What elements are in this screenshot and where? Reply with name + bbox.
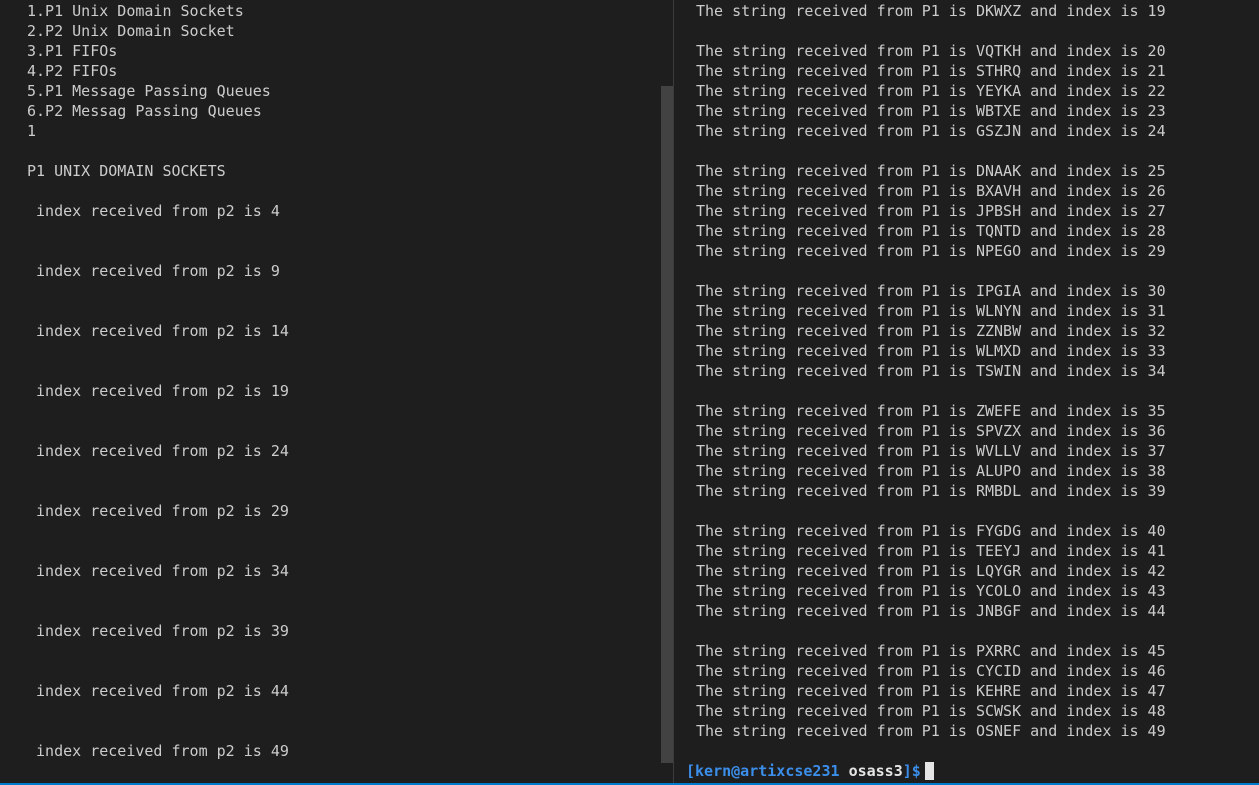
terminal-line: The string received from P1 is WLMXD and… (696, 342, 1166, 360)
terminal-line: The string received from P1 is WVLLV and… (696, 442, 1166, 460)
prompt-directory: osass3 (848, 762, 903, 780)
terminal-line: 3.P1 FIFOs (27, 42, 118, 60)
terminal-line: The string received from P1 is STHRQ and… (696, 62, 1166, 80)
prompt-user-host: kern@artixcse231 (695, 762, 840, 780)
terminal-line: The string received from P1 is ALUPO and… (696, 462, 1166, 480)
right-terminal-pane[interactable]: The string received from P1 is DKWXZ and… (674, 0, 1259, 783)
terminal-line: 5.P1 Message Passing Queues (27, 82, 271, 100)
terminal-line: The string received from P1 is CYCID and… (696, 662, 1166, 680)
terminal-line: The string received from P1 is DKWXZ and… (696, 2, 1166, 20)
prompt-open-bracket: [ (686, 762, 696, 780)
terminal-line: The string received from P1 is DNAAK and… (696, 162, 1166, 180)
terminal-line: P1 UNIX DOMAIN SOCKETS (27, 162, 226, 180)
terminal-line: index received from p2 is 4 (27, 202, 280, 220)
terminal-line: The string received from P1 is JPBSH and… (696, 202, 1166, 220)
terminal-line: The string received from P1 is JNBGF and… (696, 602, 1166, 620)
terminal-line: The string received from P1 is PXRRC and… (696, 642, 1166, 660)
terminal-line: 6.P2 Messag Passing Queues (27, 102, 262, 120)
terminal-line: index received from p2 is 19 (27, 382, 289, 400)
terminal-line: The string received from P1 is YEYKA and… (696, 82, 1166, 100)
terminal-line: The string received from P1 is OSNEF and… (696, 722, 1166, 740)
terminal-line: index received from p2 is 39 (27, 622, 289, 640)
terminal-line: 2.P2 Unix Domain Socket (27, 22, 235, 40)
terminal-line: The string received from P1 is ZWEFE and… (696, 402, 1166, 420)
terminal-line: index received from p2 is 49 (27, 742, 289, 760)
terminal-line: The string received from P1 is ZZNBW and… (696, 322, 1166, 340)
terminal-line: The string received from P1 is VQTKH and… (696, 42, 1166, 60)
prompt-close-bracket: ] (902, 762, 912, 780)
terminal-line: The string received from P1 is YCOLO and… (696, 582, 1166, 600)
terminal-line: The string received from P1 is WLNYN and… (696, 302, 1166, 320)
terminal-line: index received from p2 is 9 (27, 262, 280, 280)
terminal-line: The string received from P1 is TEEYJ and… (696, 542, 1166, 560)
shell-prompt[interactable]: [kern@artixcse231 osass3]$ (686, 761, 934, 781)
terminal-line: index received from p2 is 44 (27, 682, 289, 700)
left-terminal-output: 1.P1 Unix Domain Sockets 2.P2 Unix Domain… (27, 1, 673, 761)
terminal-line: index received from p2 is 29 (27, 502, 289, 520)
left-terminal-scrollbar[interactable] (661, 86, 673, 763)
left-terminal-pane[interactable]: 1.P1 Unix Domain Sockets 2.P2 Unix Domain… (0, 0, 673, 783)
terminal-line: The string received from P1 is LQYGR and… (696, 562, 1166, 580)
terminal-line: 1.P1 Unix Domain Sockets (27, 2, 244, 20)
terminal-line: index received from p2 is 14 (27, 322, 289, 340)
right-terminal-output: The string received from P1 is DKWXZ and… (696, 1, 1259, 741)
prompt-symbol: $ (911, 762, 921, 780)
terminal-line: 1 (27, 122, 37, 140)
terminal-line: The string received from P1 is IPGIA and… (696, 282, 1166, 300)
terminal-line: The string received from P1 is SPVZX and… (696, 422, 1166, 440)
terminal-line: index received from p2 is 34 (27, 562, 289, 580)
terminal-line: The string received from P1 is RMBDL and… (696, 482, 1166, 500)
terminal-line: The string received from P1 is NPEGO and… (696, 242, 1166, 260)
terminal-line: index received from p2 is 24 (27, 442, 289, 460)
terminal-line: The string received from P1 is WBTXE and… (696, 102, 1166, 120)
terminal-line: 4.P2 FIFOs (27, 62, 118, 80)
terminal-line: The string received from P1 is BXAVH and… (696, 182, 1166, 200)
terminal-cursor[interactable] (924, 762, 934, 780)
terminal-line: The string received from P1 is GSZJN and… (696, 122, 1166, 140)
terminal-line: The string received from P1 is KEHRE and… (696, 682, 1166, 700)
terminal-line: The string received from P1 is TQNTD and… (696, 222, 1166, 240)
terminal-line: The string received from P1 is SCWSK and… (696, 702, 1166, 720)
terminal-line: The string received from P1 is FYGDG and… (696, 522, 1166, 540)
terminal-line: The string received from P1 is TSWIN and… (696, 362, 1166, 380)
